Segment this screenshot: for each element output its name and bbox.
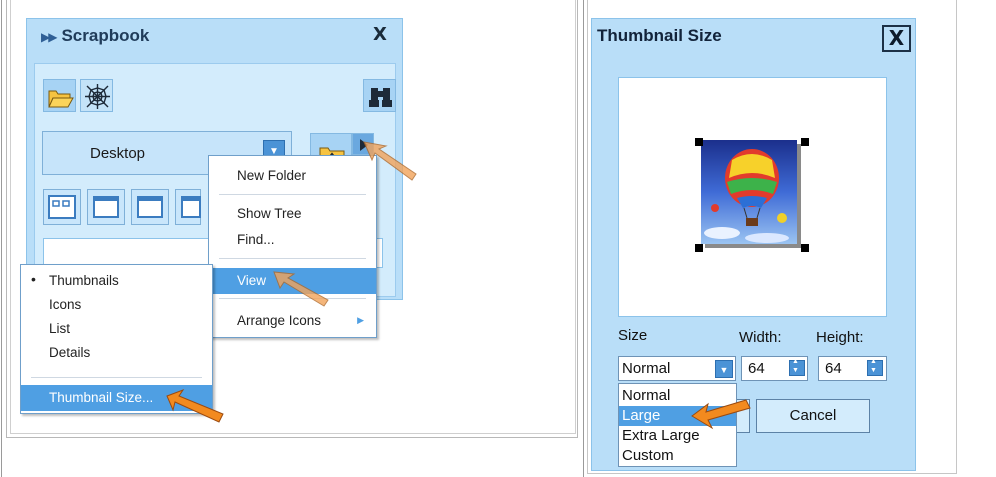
folder-dropdown-value: Desktop [90,145,146,162]
menu-separator [31,377,202,378]
pointer-arrow-icon [273,271,329,307]
menu-item-show-tree[interactable]: Show Tree [209,201,376,227]
web-button[interactable] [80,79,113,112]
pointer-arrow-icon [363,141,417,181]
height-label: Height: [816,329,864,346]
open-folder-button[interactable] [43,79,76,112]
size-option-custom[interactable]: Custom [619,446,736,466]
window-icon [93,196,119,218]
view-option-thumbnails[interactable]: Thumbnails [21,269,212,293]
height-value: 64 [825,360,842,377]
menu-item-arrange-icons[interactable]: Arrange Icons [209,308,376,334]
view-option-details[interactable]: Details [21,341,212,365]
folder-open-icon [48,90,74,108]
width-input[interactable]: 64 [741,356,808,381]
view-option-icons[interactable]: Icons [21,293,212,317]
scrapbook-title: ▶▶ Scrapbook [41,26,149,46]
binoculars-icon [369,88,392,107]
find-button[interactable] [363,79,396,112]
cancel-button[interactable]: Cancel [756,399,870,433]
menu-item-find[interactable]: Find... [209,227,376,253]
scrapbook-title-text: Scrapbook [61,26,150,45]
pointer-arrow-icon [691,399,751,430]
width-spinner-icon[interactable] [789,358,805,376]
chevron-down-icon[interactable]: ▼ [715,360,733,378]
resize-handle-ne[interactable] [801,138,809,146]
center-divider [583,0,584,477]
resize-handle-sw[interactable] [695,244,703,252]
menu-separator [219,258,366,259]
view-details-button[interactable] [175,189,201,225]
dialog-title: Thumbnail Size [597,26,722,45]
view-option-list[interactable]: List [21,317,212,341]
size-select-value: Normal [622,360,671,377]
left-edge-line [1,0,2,477]
scrapbook-close-button[interactable]: X [373,24,387,45]
menu-separator [219,194,366,195]
height-input[interactable]: 64 [818,356,887,381]
thumbnail-preview [618,77,887,317]
collapse-arrows-icon[interactable]: ▶▶ [41,30,58,44]
dialog-close-button[interactable]: X [882,25,911,52]
submenu-arrow-icon: ▶ [357,315,364,325]
resize-handle-nw[interactable] [695,138,703,146]
size-label: Size [618,327,648,344]
spider-web-icon [85,84,110,109]
view-thumbnails-button[interactable] [43,189,81,225]
view-icons-button[interactable] [87,189,125,225]
width-label: Width: [739,329,782,346]
window-icon [181,196,201,218]
hot-air-balloon-image [701,140,801,248]
height-spinner-icon[interactable] [867,358,883,376]
resize-handle-se[interactable] [801,244,809,252]
menu-item-new-folder[interactable]: New Folder [209,163,376,189]
context-menu: New Folder Show Tree Find... View Arrang… [208,155,377,338]
size-select[interactable]: Normal ▼ [618,356,736,381]
width-value: 64 [748,360,765,377]
thumbnails-view-icon [48,195,76,219]
pointer-arrow-icon [166,388,224,423]
window-icon [137,196,163,218]
view-list-button[interactable] [131,189,169,225]
